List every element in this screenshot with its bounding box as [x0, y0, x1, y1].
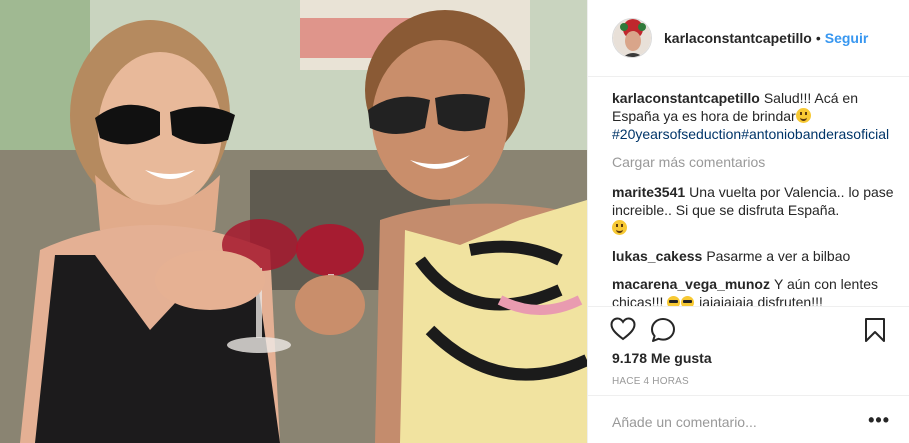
- add-comment-input[interactable]: [612, 414, 842, 430]
- load-more-comments-link[interactable]: Cargar más comentarios: [612, 153, 894, 171]
- comment-item: lukas_cakess Pasarme a ver a bilbao: [612, 247, 894, 265]
- header-username[interactable]: karlaconstantcapetillo: [664, 30, 812, 46]
- header-separator: •: [815, 30, 821, 46]
- action-bar: [588, 306, 909, 352]
- more-options-icon[interactable]: •••: [868, 410, 890, 431]
- comment-text: Pasarme a ver a bilbao: [706, 248, 851, 264]
- smile-emoji-icon: [795, 108, 811, 123]
- post-side-panel: karlaconstantcapetillo • Seguir karlacon…: [587, 0, 909, 443]
- add-comment-section: •••: [588, 395, 909, 443]
- hashtag-link[interactable]: #20yearsofseduction: [612, 126, 741, 142]
- comment-username[interactable]: lukas_cakess: [612, 248, 702, 264]
- instagram-post: karlaconstantcapetillo • Seguir karlacon…: [0, 0, 909, 443]
- comment-item: marite3541 Una vuelta por Valencia.. lo p…: [612, 183, 894, 237]
- hashtag-link[interactable]: #antoniobanderasoficial: [741, 126, 889, 142]
- avatar-image: [613, 19, 651, 57]
- likes-count[interactable]: 9.178 Me gusta: [612, 350, 712, 366]
- post-header: karlaconstantcapetillo • Seguir: [588, 0, 909, 77]
- smile-emoji-icon: [612, 220, 627, 235]
- post-timestamp[interactable]: HACE 4 HORAS: [612, 376, 689, 387]
- comment-username[interactable]: macarena_vega_munoz: [612, 276, 770, 292]
- caption: karlaconstantcapetillo Salud!!! Acá en Es…: [612, 89, 894, 143]
- post-photo[interactable]: [0, 0, 587, 443]
- follow-button[interactable]: Seguir: [825, 30, 869, 46]
- caption-username[interactable]: karlaconstantcapetillo: [612, 90, 760, 106]
- comment-icon[interactable]: [650, 317, 676, 346]
- comment-username[interactable]: marite3541: [612, 184, 685, 200]
- comment-item: macarena_vega_munoz Y aún con lentes chic…: [612, 275, 894, 307]
- heart-icon[interactable]: [610, 317, 636, 344]
- avatar[interactable]: [612, 18, 652, 58]
- bookmark-icon[interactable]: [864, 317, 886, 346]
- comments-list[interactable]: karlaconstantcapetillo Salud!!! Acá en Es…: [612, 89, 894, 307]
- photo-illustration: [0, 0, 587, 443]
